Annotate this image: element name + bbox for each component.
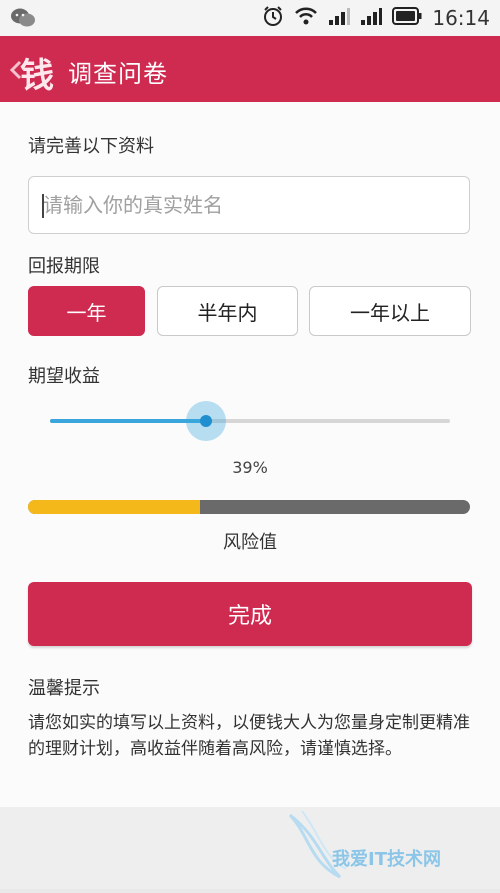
risk-bar [28, 500, 470, 514]
app-bar: 钱 调查问卷 [0, 36, 500, 102]
slider-fill [50, 419, 206, 423]
alarm-icon [262, 5, 284, 32]
app-logo: 钱 [20, 56, 54, 96]
text-cursor [42, 194, 44, 218]
tips-text: 请您如实的填写以上资料，以便钱大人为您量身定制更精准的理财计划，高收益伴随着高风… [28, 713, 470, 759]
wechat-icon [10, 6, 36, 30]
battery-icon [392, 6, 422, 30]
period-option-one-year[interactable]: 一年 [28, 286, 145, 336]
submit-button[interactable]: 完成 [28, 582, 472, 646]
bottom-area: 我爱IT技术网 [0, 807, 500, 889]
signal-icon-2 [360, 6, 383, 31]
risk-label: 风险值 [223, 532, 277, 553]
watermark: 我爱IT技术网 [280, 807, 460, 889]
risk-bar-fill [28, 500, 201, 514]
slider-thumb[interactable] [186, 401, 226, 441]
return-slider[interactable] [50, 401, 450, 441]
period-label: 回报期限 [28, 256, 100, 277]
survey-form: 请完善以下资料 回报期限 一年 半年内 一年以上 期望收益 39% 风险值 完成… [0, 102, 500, 807]
section-title: 请完善以下资料 [28, 136, 154, 157]
clock-time: 16:14 [432, 6, 490, 30]
back-button[interactable]: 钱 [6, 50, 64, 96]
wifi-icon [294, 6, 318, 31]
period-option-half-year[interactable]: 半年内 [157, 286, 298, 336]
return-label: 期望收益 [28, 366, 100, 387]
tips-title: 温馨提示 [28, 678, 100, 699]
status-bar: 16:14 [0, 0, 500, 36]
period-option-over-one-year[interactable]: 一年以上 [309, 286, 471, 336]
return-percent: 39% [232, 458, 268, 477]
page-title: 调查问卷 [68, 60, 168, 88]
watermark-text: 我爱IT技术网 [332, 849, 441, 870]
name-input[interactable] [28, 176, 470, 234]
signal-icon [328, 6, 351, 31]
